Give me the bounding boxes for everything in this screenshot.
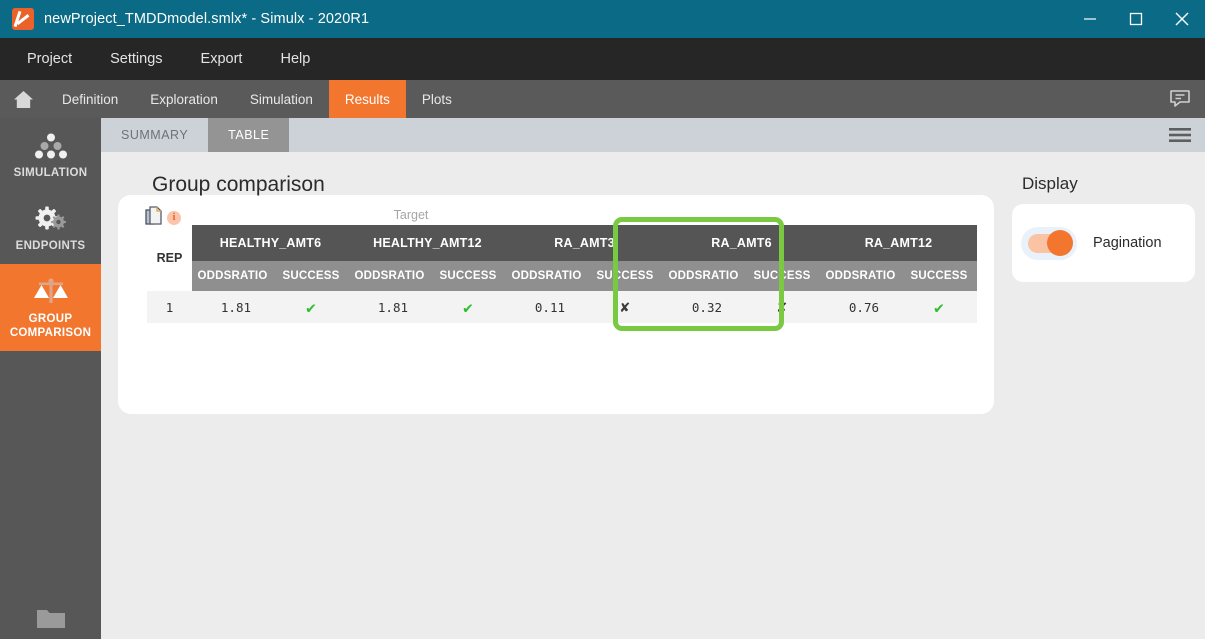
table-cell-oddsratio-healthy-amt6: 1.81: [192, 291, 273, 323]
nav-item-simulation[interactable]: Simulation: [234, 80, 329, 118]
table-subheader-oddsratio-5[interactable]: ODDSRATIO: [820, 261, 901, 291]
table-group-header-ra-amt3[interactable]: RA_AMT3: [506, 225, 663, 261]
tab-table[interactable]: TABLE: [208, 118, 289, 152]
table-row[interactable]: 1 1.81 ✔ 1.81 ✔ 0.11: [147, 291, 977, 323]
chat-bubble-icon[interactable]: [1155, 80, 1205, 118]
display-panel: Display Pagination: [1003, 152, 1205, 639]
sidebar-item-label: SIMULATION: [4, 166, 97, 180]
window-title: newProject_TMDDmodel.smlx* - Simulx - 20…: [44, 11, 369, 27]
hamburger-menu-icon[interactable]: [1155, 118, 1205, 152]
table-subheader-oddsratio-3[interactable]: ODDSRATIO: [506, 261, 587, 291]
menu-item-settings[interactable]: Settings: [91, 38, 181, 80]
table-subheader-success-5[interactable]: SUCCESS: [901, 261, 977, 291]
tabstrip: SUMMARY TABLE: [101, 118, 1205, 152]
table-cell-rep: 1: [147, 291, 192, 323]
dots-pyramid-icon: [4, 130, 97, 162]
sidebar-item-group-comparison[interactable]: GROUP COMPARISON: [0, 264, 101, 351]
fail-cross-icon: ✘: [777, 298, 786, 316]
nav-item-exploration[interactable]: Exploration: [134, 80, 234, 118]
table-cell-success-ra-amt6: ✘: [744, 291, 820, 323]
main-navbar: Definition Exploration Simulation Result…: [0, 80, 1205, 118]
main-column: Group comparison i Target: [101, 152, 1003, 639]
pagination-label: Pagination: [1093, 235, 1162, 251]
sidebar-item-label-line2: COMPARISON: [10, 327, 91, 339]
menu-item-export[interactable]: Export: [182, 38, 262, 80]
group-comparison-table: REP HEALTHY_AMT6 HEALTHY_AMT12 RA_AMT3 R…: [147, 225, 977, 323]
table-subheader-success-2[interactable]: SUCCESS: [430, 261, 506, 291]
success-check-icon: ✔: [463, 298, 473, 317]
success-check-icon: ✔: [934, 298, 944, 317]
group-comparison-table-wrap: REP HEALTHY_AMT6 HEALTHY_AMT12 RA_AMT3 R…: [147, 225, 977, 323]
scales-balance-icon: [4, 276, 97, 308]
table-group-header-ra-amt12[interactable]: RA_AMT12: [820, 225, 977, 261]
table-cell-success-healthy-amt12: ✔: [430, 291, 506, 323]
table-subheader-oddsratio-4[interactable]: ODDSRATIO: [663, 261, 744, 291]
table-cell-oddsratio-healthy-amt12: 1.81: [349, 291, 430, 323]
table-subheader-success-3[interactable]: SUCCESS: [587, 261, 663, 291]
target-label: Target: [0, 208, 994, 222]
sidebar-item-simulation[interactable]: SIMULATION: [0, 118, 101, 191]
table-cell-oddsratio-ra-amt6: 0.32: [663, 291, 744, 323]
nav-item-definition[interactable]: Definition: [46, 80, 134, 118]
table-group-header-ra-amt6[interactable]: RA_AMT6: [663, 225, 820, 261]
table-cell-oddsratio-ra-amt12: 0.76: [820, 291, 901, 323]
table-header-rep[interactable]: REP: [147, 225, 192, 291]
sidebar-item-endpoints[interactable]: ENDPOINTS: [0, 191, 101, 264]
minimize-icon[interactable]: [1067, 0, 1113, 38]
nav-item-plots[interactable]: Plots: [406, 80, 468, 118]
window-controls: [1067, 0, 1205, 38]
table-cell-success-ra-amt12: ✔: [901, 291, 977, 323]
table-group-header-healthy-amt6[interactable]: HEALTHY_AMT6: [192, 225, 349, 261]
pagination-toggle[interactable]: [1028, 234, 1070, 253]
sidebar-item-label-line1: GROUP: [29, 313, 73, 325]
home-icon[interactable]: [0, 80, 46, 118]
table-group-header-healthy-amt12[interactable]: HEALTHY_AMT12: [349, 225, 506, 261]
menu-item-help[interactable]: Help: [261, 38, 329, 80]
maximize-icon[interactable]: [1113, 0, 1159, 38]
panel-area: Group comparison i Target: [101, 152, 1205, 639]
simulx-logo-icon: [12, 8, 34, 30]
fail-cross-icon: ✘: [620, 298, 629, 316]
pagination-toggle-knob: [1047, 230, 1073, 256]
menu-item-project[interactable]: Project: [8, 38, 91, 80]
success-check-icon: ✔: [306, 298, 316, 317]
table-cell-success-healthy-amt6: ✔: [273, 291, 349, 323]
table-subheader-success-1[interactable]: SUCCESS: [273, 261, 349, 291]
close-icon[interactable]: [1159, 0, 1205, 38]
table-cell-success-ra-amt3: ✘: [587, 291, 663, 323]
display-panel-title: Display: [1022, 174, 1205, 194]
table-cell-oddsratio-ra-amt3: 0.11: [506, 291, 587, 323]
display-options-card: Pagination: [1012, 204, 1195, 282]
content-area: SUMMARY TABLE Group comparison: [101, 118, 1205, 639]
menubar: Project Settings Export Help: [0, 38, 1205, 80]
table-subheader-success-4[interactable]: SUCCESS: [744, 261, 820, 291]
table-group-header-row: REP HEALTHY_AMT6 HEALTHY_AMT12 RA_AMT3 R…: [147, 225, 977, 261]
nav-item-results[interactable]: Results: [329, 80, 406, 118]
left-rail: SIMULATION: [0, 118, 101, 639]
folder-icon[interactable]: [0, 607, 101, 631]
window-titlebar: newProject_TMDDmodel.smlx* - Simulx - 20…: [0, 0, 1205, 38]
table-sub-header-row: ODDSRATIO SUCCESS ODDSRATIO SUCCESS ODDS…: [147, 261, 977, 291]
app-body: SIMULATION: [0, 118, 1205, 639]
tab-summary[interactable]: SUMMARY: [101, 118, 208, 152]
table-subheader-oddsratio-1[interactable]: ODDSRATIO: [192, 261, 273, 291]
table-subheader-oddsratio-2[interactable]: ODDSRATIO: [349, 261, 430, 291]
sidebar-item-label: ENDPOINTS: [4, 239, 97, 253]
page-title: Group comparison: [152, 173, 325, 197]
group-comparison-card: i Target REP HEALTHY_AMT6 HEALTHY_AMT12: [118, 195, 994, 414]
